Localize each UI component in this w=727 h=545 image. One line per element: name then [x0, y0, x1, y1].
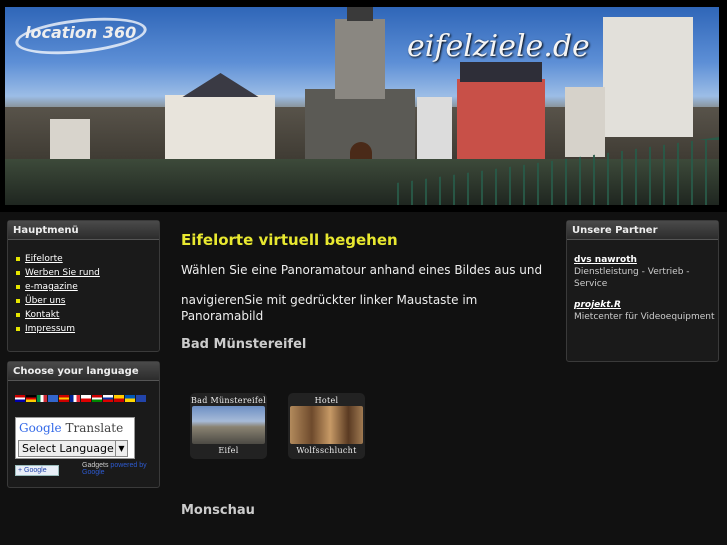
thumb-image [290, 406, 363, 444]
thumb-caption-top: Bad Münstereifel [190, 396, 267, 405]
header: location 360 eifelziele.de [0, 0, 727, 212]
flag-icon[interactable] [92, 395, 102, 402]
menu-item-eifelorte[interactable]: Eifelorte [16, 254, 159, 268]
tower-top [347, 7, 373, 21]
menu-link[interactable]: e-magazine [25, 282, 78, 292]
intro-text: navigierenSie mit gedrückter linker Maus… [181, 293, 478, 323]
panorama-thumb-bad-muenstereifel[interactable]: Bad Münstereifel Eifel [190, 393, 267, 459]
menu-item-impressum[interactable]: Impressum [16, 324, 159, 338]
menu-link[interactable]: Impressum [25, 324, 75, 334]
intro-text: Wählen Sie eine Panoramatour anhand eine… [181, 263, 543, 277]
red-house-roof [460, 62, 542, 82]
church-tower [335, 19, 385, 99]
menu-link[interactable]: Werben Sie rund [25, 268, 100, 278]
menu-item-kontakt[interactable]: Kontakt [16, 310, 159, 324]
google-translate-widget: Google Translate Select Language ▼ [15, 417, 135, 459]
thumb-caption-bottom: Eifel [218, 446, 239, 455]
flag-icon[interactable] [37, 395, 47, 402]
chevron-down-icon: ▼ [115, 441, 127, 456]
partners-box: Unsere Partner dvs nawroth Dienstleistun… [566, 220, 719, 362]
flag-icon[interactable] [48, 395, 58, 402]
flag-icon[interactable] [70, 395, 80, 402]
house-right [565, 87, 605, 157]
partner-item: dvs nawroth Dienstleistung - Vertrieb - … [574, 254, 718, 290]
partner-desc: Mietcenter für Videoequipment [574, 312, 715, 322]
flag-icon[interactable] [15, 395, 25, 402]
menu-link[interactable]: Über uns [25, 296, 66, 306]
flag-icon[interactable] [136, 395, 146, 402]
panorama-banner: location 360 eifelziele.de [5, 7, 719, 205]
location360-logo: location 360 [13, 12, 149, 60]
flag-icon[interactable] [125, 395, 135, 402]
partner-link-projektr[interactable]: projekt.R [574, 299, 718, 311]
partner-item: projekt.R Mietcenter für Videoequipment [574, 299, 718, 323]
flag-icon[interactable] [81, 395, 91, 402]
partner-desc: Dienstleistung - Vertrieb - Service [574, 267, 690, 289]
language-box: Choose your language Google Translate Se… [7, 361, 160, 488]
site-title: eifelziele.de [407, 29, 590, 64]
google-translate-logo: Google Translate [19, 421, 124, 435]
menu-link[interactable]: Kontakt [25, 310, 59, 320]
panorama-thumb-hotel-wolfsschlucht[interactable]: Hotel Wolfsschlucht [288, 393, 365, 459]
section-heading: Monschau [181, 503, 255, 518]
menu-item-werben[interactable]: Werben Sie rund [16, 268, 159, 282]
flag-icon[interactable] [103, 395, 113, 402]
main-content: Eifelorte virtuell begehen Wählen Sie ei… [181, 225, 551, 518]
main-menu-title: Hauptmenü [8, 221, 159, 240]
main-menu: Hauptmenü Eifelorte Werben Sie rund e-ma… [7, 220, 160, 352]
flag-icon[interactable] [114, 395, 124, 402]
menu-link[interactable]: Eifelorte [25, 254, 63, 264]
partner-link-dvs[interactable]: dvs nawroth [574, 254, 718, 266]
language-title: Choose your language [8, 362, 159, 381]
tall-house-right [603, 17, 693, 137]
section-heading: Bad Münstereifel [181, 337, 307, 352]
thumb-image [192, 406, 265, 444]
roof-left [182, 73, 259, 97]
flag-row [15, 395, 146, 402]
thumb-caption-bottom: Wolfsschlucht [296, 446, 357, 455]
thumb-caption-top: Hotel [314, 396, 339, 405]
gadgets-credit: Gadgets powered by Google [82, 462, 147, 476]
add-to-google-button[interactable]: + Google [15, 465, 59, 476]
house-far-left [50, 119, 90, 164]
partners-title: Unsere Partner [567, 221, 718, 240]
flag-icon[interactable] [26, 395, 36, 402]
page-title: Eifelorte virtuell begehen [181, 231, 398, 249]
menu-item-emagazine[interactable]: e-magazine [16, 282, 159, 296]
menu-item-ueber-uns[interactable]: Über uns [16, 296, 159, 310]
language-select[interactable]: Select Language ▼ [18, 440, 128, 457]
flag-icon[interactable] [59, 395, 69, 402]
